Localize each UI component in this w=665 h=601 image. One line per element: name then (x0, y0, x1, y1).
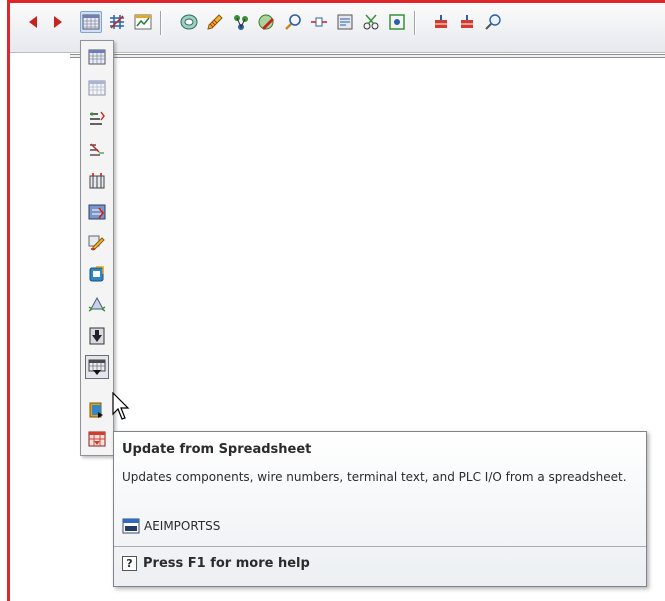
flyout-toolbar (80, 40, 114, 456)
red-component-icon[interactable] (430, 11, 452, 33)
mouse-cursor-icon (112, 392, 130, 420)
edit-pencil-icon[interactable] (85, 231, 109, 255)
update-from-spreadsheet-icon[interactable] (85, 355, 109, 379)
fork-icon[interactable] (230, 11, 252, 33)
wire-label-icon[interactable] (85, 138, 109, 162)
grid-cross-icon[interactable] (106, 11, 128, 33)
chart-window-icon[interactable] (132, 11, 154, 33)
terminal-strip-icon[interactable] (85, 169, 109, 193)
toolbar-separator (414, 11, 416, 35)
tooltip-command-name: AEIMPORTSS (144, 519, 221, 533)
ring-pencil-icon[interactable] (256, 11, 278, 33)
book-export-icon[interactable] (85, 398, 109, 422)
magnifier-icon[interactable] (282, 11, 304, 33)
spreadsheet-icon[interactable] (85, 45, 109, 69)
plc-module-icon[interactable] (85, 200, 109, 224)
import-arrow-icon[interactable] (85, 324, 109, 348)
tooltip-command: AEIMPORTSS (122, 517, 220, 535)
arrow-left-icon[interactable] (23, 11, 45, 33)
toolbar-divider (70, 54, 665, 58)
spreadsheet-icon[interactable] (80, 11, 102, 33)
tooltip-title: Update from Spreadsheet (122, 442, 312, 457)
tooltip-help-text: Press F1 for more help (143, 556, 310, 571)
tooltip-divider (114, 546, 646, 547)
export-icon[interactable] (85, 262, 109, 286)
spreadsheet-light-icon[interactable] (85, 76, 109, 100)
help-question-icon: ? (122, 556, 137, 571)
red-component-alt-icon[interactable] (456, 11, 478, 33)
window-frame-left (7, 0, 10, 601)
tooltip: Update from Spreadsheet Updates componen… (113, 431, 647, 587)
striped-pencil-icon[interactable] (204, 11, 226, 33)
toolbar-separator (160, 11, 162, 35)
zoom-icon[interactable] (482, 11, 504, 33)
command-window-icon (122, 518, 140, 534)
panel-icon[interactable] (334, 11, 356, 33)
triangle-arrows-icon[interactable] (85, 293, 109, 317)
red-table-icon[interactable] (85, 427, 109, 451)
tooltip-help: ? Press F1 for more help (122, 556, 310, 571)
wire-number-icon[interactable] (85, 107, 109, 131)
reel-icon[interactable] (178, 11, 200, 33)
terminal-connect-icon[interactable] (308, 11, 330, 33)
target-square-icon[interactable] (386, 11, 408, 33)
tooltip-description: Updates components, wire numbers, termin… (122, 470, 627, 484)
arrow-right-icon[interactable] (46, 11, 68, 33)
scissors-icon[interactable] (360, 11, 382, 33)
